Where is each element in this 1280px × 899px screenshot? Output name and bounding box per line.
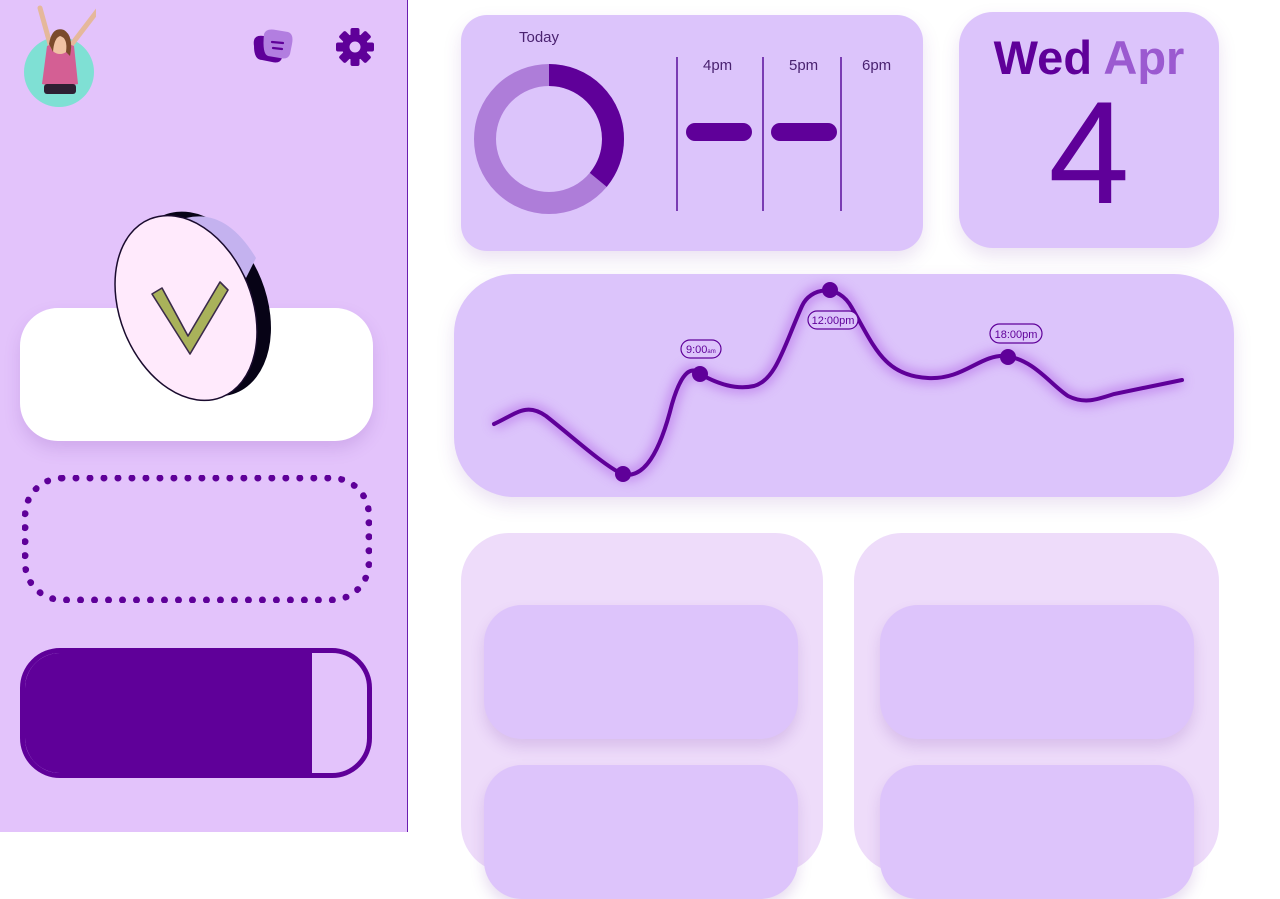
hour-label: 5pm bbox=[789, 57, 819, 74]
progress-bar bbox=[20, 648, 372, 778]
settings-button[interactable] bbox=[334, 26, 376, 68]
curve-point[interactable] bbox=[615, 466, 631, 482]
chat-button[interactable] bbox=[252, 28, 294, 66]
marker-text: 12:00pm bbox=[812, 315, 855, 327]
event-pill[interactable] bbox=[771, 123, 837, 141]
panel-slot[interactable] bbox=[484, 765, 798, 899]
sidebar bbox=[0, 0, 408, 832]
chat-bubble-icon bbox=[253, 29, 293, 63]
date-card: Wed Apr 4 bbox=[959, 12, 1219, 248]
gear-icon bbox=[336, 28, 374, 66]
marker-label: 18:00pm bbox=[989, 323, 1043, 344]
curve-point[interactable] bbox=[822, 282, 838, 298]
marker-text: 18:00pm bbox=[995, 329, 1038, 341]
avatar[interactable] bbox=[22, 4, 96, 108]
event-pill[interactable] bbox=[686, 123, 752, 141]
hour-divider bbox=[762, 57, 764, 211]
progress-fill bbox=[25, 653, 313, 773]
marker-label: 12:00pm bbox=[807, 310, 859, 330]
check-coin-icon bbox=[114, 211, 271, 402]
hour-divider bbox=[676, 57, 678, 211]
today-label: Today bbox=[519, 29, 560, 46]
marker-suffix: am bbox=[707, 349, 715, 355]
left-panel bbox=[461, 533, 823, 899]
hour-divider bbox=[840, 57, 842, 211]
curve-point[interactable] bbox=[1000, 349, 1016, 365]
timeline-card[interactable]: 9:00am 12:00pm 18:00pm bbox=[454, 274, 1234, 497]
marker-text: 9:00 bbox=[686, 344, 707, 356]
right-panel bbox=[854, 533, 1219, 899]
day-number: 4 bbox=[1048, 71, 1130, 234]
curve-point[interactable] bbox=[692, 366, 708, 382]
panel-slot[interactable] bbox=[484, 605, 798, 739]
marker-label: 9:00am bbox=[680, 339, 722, 359]
hour-label: 4pm bbox=[703, 57, 733, 74]
empty-slot[interactable] bbox=[22, 475, 372, 603]
today-card[interactable]: Today 4pm 5pm 6pm bbox=[461, 15, 923, 251]
timeline-curve: 9:00am 12:00pm 18:00pm bbox=[491, 282, 1184, 482]
panel-slot[interactable] bbox=[880, 605, 1194, 739]
hour-label: 6pm bbox=[862, 57, 892, 74]
panel-slot[interactable] bbox=[880, 765, 1194, 899]
today-ring bbox=[474, 64, 624, 214]
